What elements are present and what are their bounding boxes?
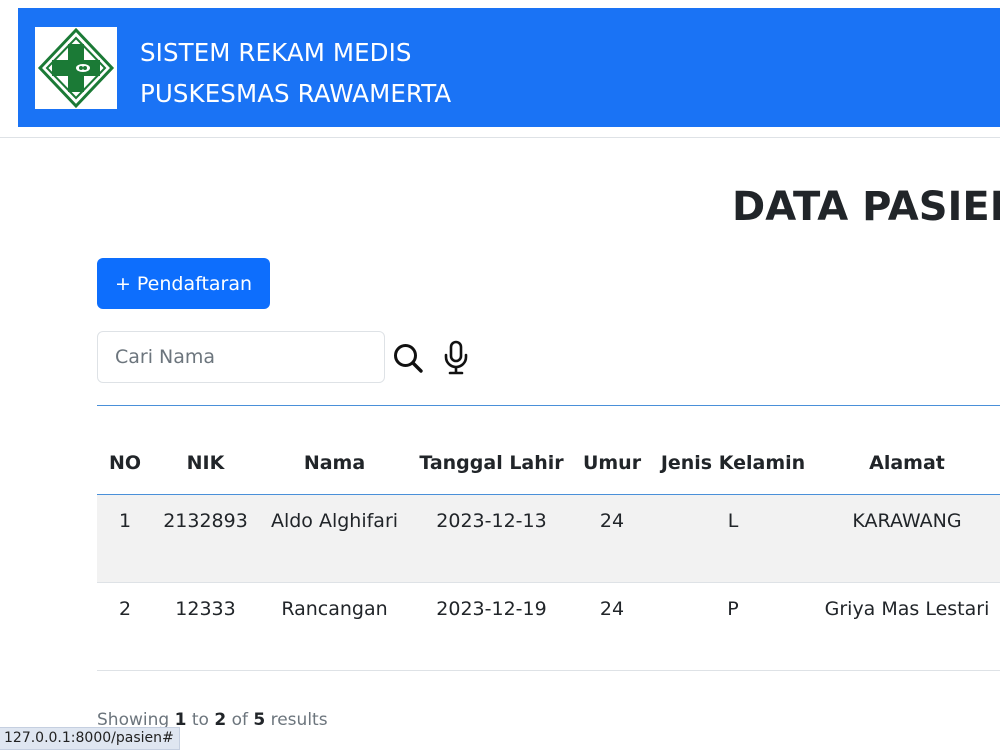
cell-alamat: KARAWANG (814, 494, 1000, 583)
brand-line-2: PUSKESMAS RAWAMERTA (140, 79, 452, 108)
pagination-to: 2 (214, 710, 227, 730)
cell-umur: 24 (572, 582, 652, 671)
search-input[interactable] (97, 331, 385, 383)
column-header-jenis-kelamin[interactable]: Jenis Kelamin (652, 405, 814, 495)
voice-search-button[interactable] (441, 340, 471, 376)
cell-jenis-kelamin: L (652, 494, 814, 583)
column-header-umur[interactable]: Umur (572, 405, 652, 495)
pagination-of-word: of (231, 710, 248, 730)
column-header-no[interactable]: NO (97, 405, 153, 495)
cell-nama: Aldo Alghifari (258, 494, 411, 583)
search-icon (394, 344, 423, 373)
brand-line-1: SISTEM REKAM MEDIS (140, 38, 412, 67)
cell-no: 1 (97, 494, 153, 583)
cell-nik: 2132893 (153, 494, 258, 583)
cell-nik: 12333 (153, 582, 258, 671)
column-header-nama[interactable]: Nama (258, 405, 411, 495)
brand-title[interactable]: SISTEM REKAM MEDIS PUSKESMAS RAWAMERTA (140, 32, 451, 114)
column-header-nik[interactable]: NIK (153, 405, 258, 495)
search-button[interactable] (392, 342, 424, 374)
pagination-to-word: to (191, 710, 209, 730)
cell-nama: Rancangan (258, 582, 411, 671)
table-row[interactable]: 1 2132893 Aldo Alghifari 2023-12-13 24 L… (97, 494, 1000, 583)
pagination-results: results (270, 710, 328, 730)
column-header-alamat[interactable]: Alamat (814, 405, 1000, 495)
table-header-row: NO NIK Nama Tanggal Lahir Umur Jenis Kel… (97, 405, 1000, 495)
column-header-tanggal-lahir[interactable]: Tanggal Lahir (411, 405, 572, 495)
cell-jenis-kelamin: P (652, 582, 814, 671)
cell-tanggal-lahir: 2023-12-19 (411, 582, 572, 671)
pagination-total: 5 (253, 710, 266, 730)
logo-graphic (37, 27, 115, 109)
page-title: DATA PASIEN (732, 184, 1000, 230)
cell-tanggal-lahir: 2023-12-13 (411, 494, 572, 583)
table-row[interactable]: 2 12333 Rancangan 2023-12-19 24 P Griya … (97, 582, 1000, 671)
cell-no: 2 (97, 582, 153, 671)
microphone-icon (444, 340, 468, 375)
cell-alamat: Griya Mas Lestari (814, 582, 1000, 671)
cell-umur: 24 (572, 494, 652, 583)
puskesmas-logo-icon[interactable] (35, 27, 117, 109)
browser-status-url: 127.0.0.1:8000/pasien# (0, 727, 180, 750)
navbar: SISTEM REKAM MEDIS PUSKESMAS RAWAMERTA (18, 8, 1000, 127)
top-strip: SISTEM REKAM MEDIS PUSKESMAS RAWAMERTA (0, 0, 1000, 138)
patient-table: NO NIK Nama Tanggal Lahir Umur Jenis Kel… (97, 405, 1000, 671)
add-registration-button[interactable]: + Pendaftaran (97, 258, 270, 309)
